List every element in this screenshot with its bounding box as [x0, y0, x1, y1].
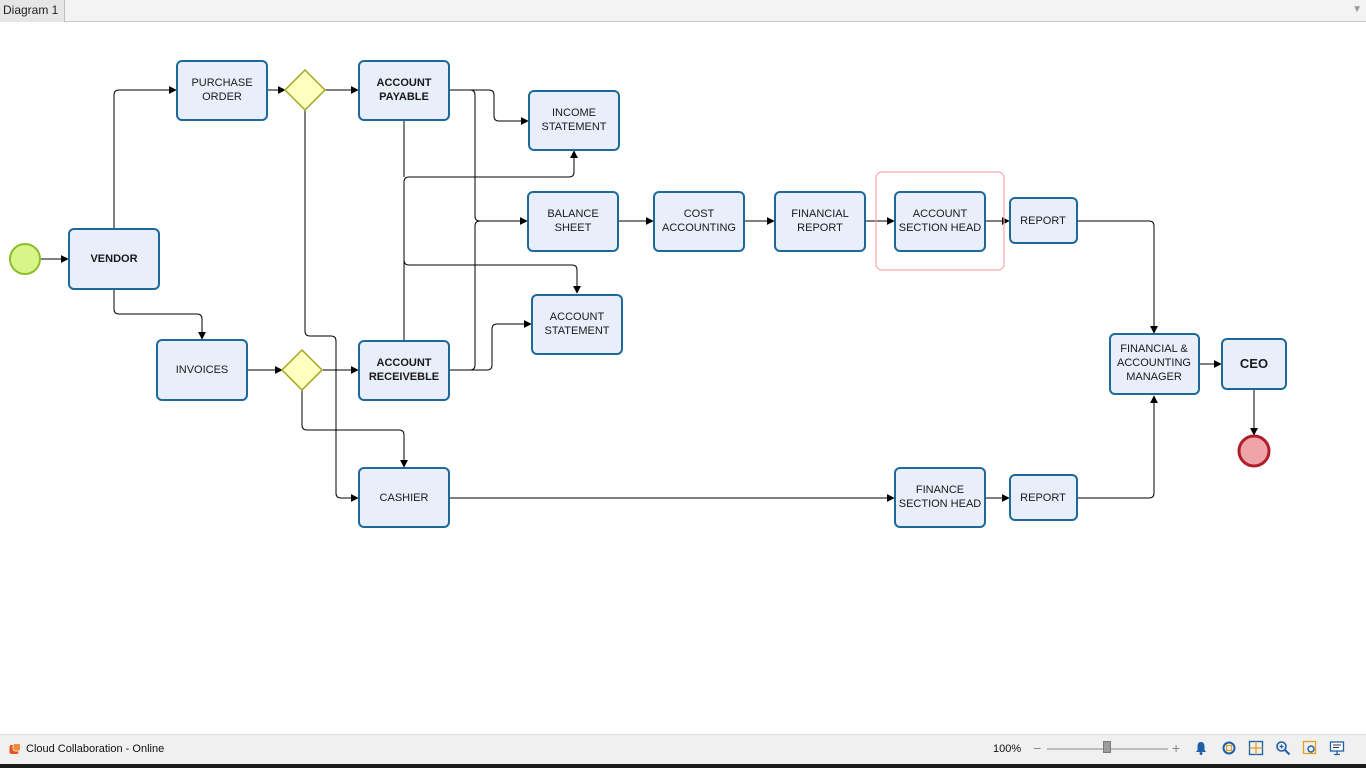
flow-payable-income	[450, 89, 529, 125]
task-label: ACCOUNTING	[1117, 357, 1191, 369]
task-report-bottom[interactable]: REPORT	[1009, 474, 1078, 521]
gateway-1[interactable]	[283, 68, 327, 112]
cloud-collaboration-icon	[9, 743, 21, 754]
flow-gateway1-cashier	[304, 110, 359, 502]
status-bar: Cloud Collaboration - Online 100% − +	[0, 734, 1366, 764]
task-cost-accounting[interactable]: COST ACCOUNTING	[653, 191, 745, 252]
flow-gateway2-cashier	[301, 390, 408, 468]
bell-icon[interactable]	[1193, 740, 1209, 756]
task-label: VENDOR	[90, 253, 137, 265]
zoom-in-icon[interactable]	[1275, 740, 1291, 756]
task-label: FINANCIAL &	[1120, 343, 1188, 355]
grid-icon[interactable]	[1248, 740, 1264, 756]
task-account-statement[interactable]: ACCOUNT STATEMENT	[531, 294, 623, 355]
flow-report2-manager	[1078, 395, 1158, 499]
task-label: PURCHASE	[191, 77, 252, 89]
task-label: ORDER	[202, 91, 242, 103]
flow-receivable-balance	[450, 220, 481, 371]
task-account-payable[interactable]: ACCOUNT PAYABLE	[358, 60, 450, 121]
task-account-section-head[interactable]: ACCOUNT SECTION HEAD	[894, 191, 986, 252]
task-label: BALANCE	[547, 208, 598, 220]
task-label: STATEMENT	[545, 325, 610, 337]
presentation-icon[interactable]	[1329, 740, 1345, 756]
task-label: STATEMENT	[542, 121, 607, 133]
svg-text:CASHIER: CASHIER	[380, 492, 429, 504]
task-label: COST	[684, 208, 715, 220]
flow-vendor-invoices	[113, 289, 206, 340]
svg-text:INVOICES: INVOICES	[176, 364, 229, 376]
task-label: REPORT	[1020, 215, 1066, 227]
task-invoices[interactable]: INVOICES	[156, 339, 248, 401]
task-label: CEO	[1240, 356, 1268, 371]
task-label: CASHIER	[380, 492, 429, 504]
svg-text:CEO: CEO	[1240, 356, 1268, 371]
task-label: ACCOUNTING	[662, 222, 736, 234]
flow-report-manager	[1078, 220, 1158, 334]
task-ceo[interactable]: CEO	[1221, 338, 1287, 390]
task-label: ACCOUNT	[913, 208, 968, 220]
gateway-2[interactable]	[280, 348, 324, 392]
status-text[interactable]: Cloud Collaboration - Online	[26, 743, 164, 756]
task-cashier[interactable]: CASHIER	[358, 467, 450, 528]
task-label: ACCOUNT	[550, 311, 605, 323]
diagram-canvas[interactable]: VENDOR PURCHASE ORDER INVOICES ACCOUNT PAY…	[0, 23, 1366, 734]
zoom-area-icon[interactable]	[1302, 740, 1318, 756]
task-report-top[interactable]: REPORT	[1009, 197, 1078, 244]
task-financial-accounting-manager[interactable]: FINANCIAL & ACCOUNTING MANAGER	[1109, 333, 1200, 395]
task-vendor[interactable]: VENDOR	[68, 228, 160, 290]
task-label: RECEIVEBLE	[369, 371, 439, 383]
task-finance-section-head[interactable]: FINANCE SECTION HEAD	[894, 467, 986, 528]
taskbar-strip	[0, 764, 1366, 768]
task-label: MANAGER	[1126, 371, 1182, 383]
zoom-level: 100%	[993, 743, 1022, 755]
task-income-statement[interactable]: INCOME STATEMENT	[528, 90, 620, 151]
end-event[interactable]	[1237, 434, 1271, 468]
diagram-svg: VENDOR PURCHASE ORDER INVOICES ACCOUNT PAY…	[9, 60, 1287, 528]
task-label: SECTION HEAD	[899, 222, 982, 234]
zoom-fit-icon[interactable]	[1221, 740, 1237, 756]
task-balance-sheet[interactable]: BALANCE SHEET	[527, 191, 619, 252]
task-label: PAYABLE	[379, 91, 429, 103]
task-label: SHEET	[555, 222, 592, 234]
flow-payable-balance	[450, 89, 528, 225]
zoom-slider-thumb[interactable]	[1103, 741, 1111, 753]
flow-receivable-acctstmt2	[450, 320, 532, 371]
task-purchase-order[interactable]: PURCHASE ORDER	[176, 60, 268, 121]
task-label: FINANCIAL	[791, 208, 848, 220]
task-label: REPORT	[1020, 492, 1066, 504]
svg-text:VENDOR: VENDOR	[90, 253, 137, 265]
start-event[interactable]	[9, 243, 41, 275]
task-financial-report[interactable]: FINANCIAL REPORT	[774, 191, 866, 252]
task-label: ACCOUNT	[377, 357, 432, 369]
svg-text:FINANCIAL &ACCOUNTINGMANAGER: FINANCIAL & ACCOUNTING MANAGER	[1117, 343, 1191, 383]
task-label: REPORT	[797, 222, 843, 234]
connectors	[41, 86, 1258, 502]
zoom-in-plus-icon[interactable]: +	[1172, 740, 1180, 756]
svg-text:REPORT: REPORT	[1020, 215, 1066, 227]
flow-vendor-po	[113, 86, 177, 229]
zoom-out-icon[interactable]: −	[1033, 740, 1041, 756]
task-label: INCOME	[552, 107, 596, 119]
svg-text:REPORT: REPORT	[1020, 492, 1066, 504]
task-label: INVOICES	[176, 364, 229, 376]
task-label: ACCOUNT	[377, 77, 432, 89]
task-account-receivable[interactable]: ACCOUNT RECEIVEBLE	[358, 340, 450, 401]
task-label: SECTION HEAD	[899, 498, 982, 510]
flow-receivable-acctstmt	[403, 259, 581, 294]
task-label: FINANCE	[916, 484, 964, 496]
